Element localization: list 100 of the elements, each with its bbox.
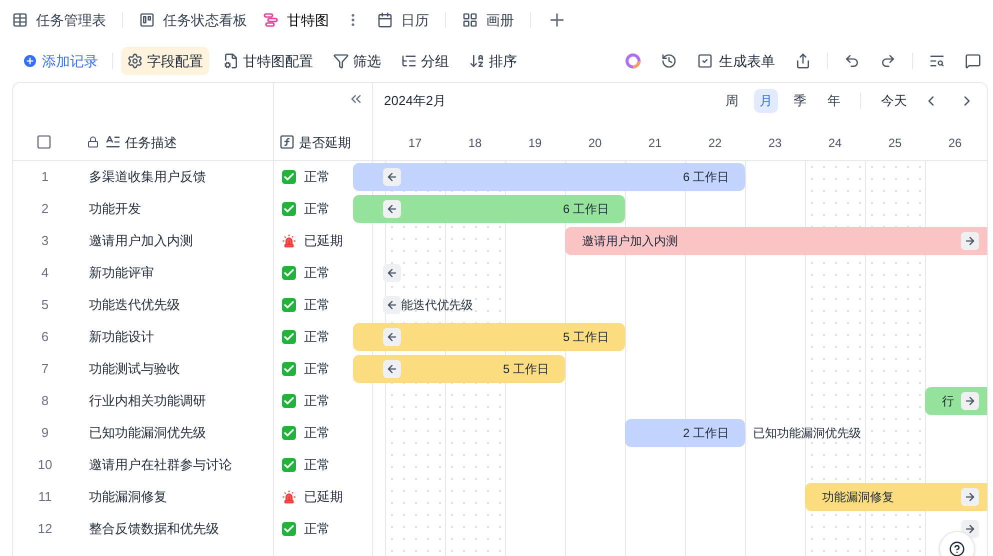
share-icon[interactable] bbox=[795, 53, 811, 69]
gantt-bar[interactable]: 功能漏洞修复 bbox=[805, 483, 987, 511]
status-text: 已延期 bbox=[304, 232, 343, 250]
arrow-right-icon bbox=[964, 491, 976, 503]
row-number: 10 bbox=[36, 456, 54, 474]
status-text: 正常 bbox=[304, 424, 330, 442]
bar-label: 行 bbox=[942, 393, 954, 410]
gantt-bar[interactable]: 5 工作日 bbox=[353, 355, 565, 383]
task-name: 邀请用户在社群参与讨论 bbox=[89, 456, 232, 474]
scroll-to-bar-button[interactable] bbox=[383, 168, 401, 186]
ai-logo-icon[interactable] bbox=[625, 53, 641, 69]
scroll-to-bar-button[interactable] bbox=[383, 200, 401, 218]
row-number: 1 bbox=[40, 168, 50, 186]
task-name: 行业内相关功能调研 bbox=[89, 392, 206, 410]
toolbar-button[interactable]: 筛选 bbox=[327, 47, 387, 75]
bar-label: 功能漏洞修复 bbox=[822, 489, 894, 506]
task-name: 已知功能漏洞优先级 bbox=[89, 424, 206, 442]
search-icon[interactable] bbox=[929, 53, 945, 69]
scale-tab[interactable]: 年 bbox=[822, 89, 846, 113]
month-label: 2024年2月 bbox=[384, 92, 446, 110]
check-icon bbox=[282, 330, 296, 344]
row-number: 4 bbox=[40, 264, 50, 282]
view-tab[interactable]: 画册 bbox=[462, 10, 514, 30]
day-label: 26 bbox=[947, 135, 963, 152]
arrow-left-icon bbox=[386, 203, 398, 215]
gantt-bar[interactable]: 2 工作日 bbox=[625, 419, 745, 447]
day-label: 18 bbox=[467, 135, 483, 152]
today-button[interactable]: 今天 bbox=[881, 91, 907, 111]
formula-icon bbox=[279, 134, 295, 150]
text-field-icon bbox=[105, 134, 121, 150]
column-header: 是否延期 bbox=[299, 134, 351, 152]
siren-icon bbox=[282, 490, 296, 504]
check-icon bbox=[282, 362, 296, 376]
toolbar-button[interactable]: 字段配置 bbox=[121, 47, 209, 75]
scroll-to-bar-button[interactable] bbox=[383, 360, 401, 378]
view-tab[interactable]: 任务管理表 bbox=[12, 10, 106, 30]
gantt-icon bbox=[263, 12, 279, 28]
toolbar-button[interactable]: 甘特图配置 bbox=[217, 47, 319, 75]
row-number: 12 bbox=[36, 520, 54, 538]
task-name: 新功能设计 bbox=[89, 328, 154, 346]
gantt-bar[interactable]: 5 工作日 bbox=[353, 323, 625, 351]
bar-label: 已知功能漏洞优先级 bbox=[753, 425, 861, 442]
scroll-to-bar-button[interactable] bbox=[961, 488, 979, 506]
check-icon bbox=[282, 266, 296, 280]
redo-icon[interactable] bbox=[880, 53, 896, 69]
select-all-checkbox[interactable] bbox=[36, 134, 52, 150]
gantt-bar[interactable]: 6 工作日 bbox=[353, 195, 625, 223]
task-name: 新功能评审 bbox=[89, 264, 154, 282]
day-label: 21 bbox=[647, 135, 663, 152]
scale-tab[interactable]: 周 bbox=[720, 89, 744, 113]
bar-label: 5 工作日 bbox=[502, 361, 549, 378]
arrow-left-icon bbox=[386, 171, 398, 183]
day-label: 22 bbox=[707, 135, 723, 152]
scroll-to-bar-button[interactable] bbox=[383, 264, 401, 282]
bar-label: 6 工作日 bbox=[562, 201, 609, 218]
status-text: 正常 bbox=[304, 264, 330, 282]
gantt-bar[interactable]: 邀请用户加入内测 bbox=[565, 227, 987, 255]
task-name: 功能测试与验收 bbox=[89, 360, 180, 378]
check-icon bbox=[282, 522, 296, 536]
form-icon bbox=[697, 53, 713, 69]
check-icon bbox=[282, 170, 296, 184]
task-name: 整合反馈数据和优先级 bbox=[89, 520, 219, 538]
bar-label: 5 工作日 bbox=[562, 329, 609, 346]
scale-tab[interactable]: 月 bbox=[754, 89, 778, 113]
arrow-left-icon bbox=[386, 363, 398, 375]
row-number: 3 bbox=[40, 232, 50, 250]
scroll-to-bar-button[interactable] bbox=[383, 296, 401, 314]
check-icon bbox=[282, 394, 296, 408]
comment-icon[interactable] bbox=[965, 53, 981, 69]
status-text: 已延期 bbox=[304, 488, 343, 506]
arrow-right-icon bbox=[964, 395, 976, 407]
arrow-right-icon bbox=[964, 235, 976, 247]
scroll-to-bar-button[interactable] bbox=[961, 520, 979, 538]
scale-tab[interactable]: 季 bbox=[788, 89, 812, 113]
row-number: 6 bbox=[40, 328, 50, 346]
generate-form-button[interactable]: 生成表单 bbox=[697, 50, 775, 72]
scroll-to-bar-button[interactable] bbox=[961, 392, 979, 410]
filter-icon bbox=[333, 53, 349, 69]
task-name: 功能漏洞修复 bbox=[89, 488, 167, 506]
toolbar-button[interactable]: 添加记录 bbox=[16, 47, 104, 75]
undo-icon[interactable] bbox=[844, 53, 860, 69]
row-number: 8 bbox=[40, 392, 50, 410]
add-icon bbox=[22, 53, 38, 69]
view-tab[interactable]: 任务状态看板 bbox=[139, 10, 247, 30]
scroll-to-bar-button[interactable] bbox=[961, 232, 979, 250]
history-icon[interactable] bbox=[661, 53, 677, 69]
gantt-bar[interactable]: 6 工作日 bbox=[353, 163, 745, 191]
row-number: 11 bbox=[37, 488, 53, 506]
toolbar-button[interactable]: 排序 bbox=[463, 47, 523, 75]
status-text: 正常 bbox=[304, 296, 330, 314]
toolbar-button[interactable]: 分组 bbox=[395, 47, 455, 75]
check-icon bbox=[282, 202, 296, 216]
day-label: 25 bbox=[887, 135, 903, 152]
document-gear-icon bbox=[223, 53, 239, 69]
day-label: 19 bbox=[527, 135, 543, 152]
arrow-left-icon bbox=[386, 299, 398, 311]
scroll-to-bar-button[interactable] bbox=[383, 328, 401, 346]
view-tab[interactable]: 甘特图 bbox=[263, 10, 329, 30]
settings-icon bbox=[127, 53, 143, 69]
view-tab[interactable]: 日历 bbox=[377, 10, 429, 30]
